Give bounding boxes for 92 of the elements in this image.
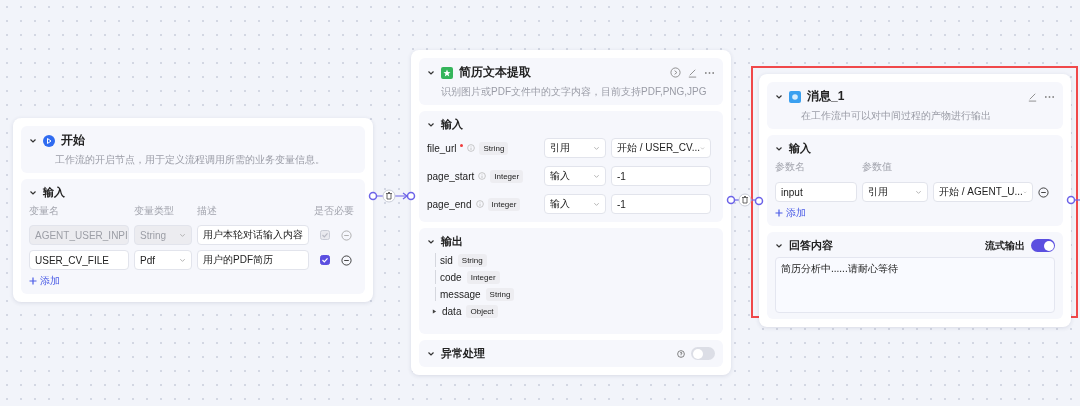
checkbox[interactable] — [320, 255, 330, 265]
column-header: 变量类型 — [134, 204, 175, 218]
plus-icon — [29, 277, 37, 285]
chevron-icon[interactable] — [29, 136, 37, 145]
type-tag: String — [457, 253, 487, 267]
port-handle[interactable] — [406, 191, 416, 201]
node-title: 开始 — [61, 132, 85, 149]
delete-icon[interactable] — [382, 189, 396, 203]
help-icon — [677, 349, 685, 358]
caret-icon — [179, 256, 186, 264]
expand-icon[interactable] — [432, 308, 437, 314]
chevron-icon[interactable] — [775, 144, 783, 153]
remove-icon[interactable] — [1038, 186, 1049, 198]
answer-text-area[interactable]: 简历分析中......请耐心等待 — [775, 257, 1055, 313]
edit-icon[interactable] — [687, 67, 698, 78]
description-field[interactable]: 用户的PDF简历 — [197, 250, 309, 270]
parameter-name: file_url — [427, 142, 457, 154]
toggle-switch[interactable] — [691, 347, 715, 360]
caret-icon — [593, 144, 600, 152]
column-header: 描述 — [197, 204, 218, 218]
type-tag: Integer — [466, 270, 500, 284]
caret-icon — [593, 200, 600, 208]
remove-icon[interactable] — [341, 254, 352, 266]
add-button[interactable]: 添加 — [29, 274, 60, 288]
section-title: 输入 — [441, 117, 463, 132]
output-field-name: message — [440, 288, 481, 300]
type-tag: Integer — [487, 197, 521, 211]
parameter-name: page_end — [427, 198, 472, 210]
caret-icon — [915, 188, 922, 196]
node-description: 识别图片或PDF文件中的文字内容，目前支持PDF,PNG,JPG — [440, 85, 708, 99]
more-icon[interactable] — [1044, 94, 1055, 99]
value-select[interactable]: 开始 / USER_CV... — [611, 138, 711, 158]
name-field[interactable]: USER_CV_FILE — [29, 250, 129, 270]
port-handle[interactable] — [726, 195, 736, 205]
output-field-name: data — [442, 305, 462, 317]
add-button[interactable]: 添加 — [775, 206, 806, 220]
value-field[interactable]: -1 — [611, 194, 711, 214]
parameter-name: page_start — [427, 170, 475, 182]
type-select[interactable]: Pdf — [134, 250, 192, 270]
star-icon — [441, 66, 453, 79]
mode-select[interactable]: 引用 — [544, 138, 606, 158]
stream-output-label: 流式输出 — [985, 238, 1025, 253]
chevron-icon[interactable] — [427, 237, 435, 246]
column-header: 变量名 — [29, 204, 60, 218]
caret-icon — [593, 172, 600, 180]
output-field-name: code — [440, 271, 462, 283]
play-icon — [43, 134, 55, 147]
edit-icon[interactable] — [1027, 91, 1038, 102]
info-icon — [478, 172, 487, 180]
section-title: 输出 — [441, 234, 463, 249]
mode-select[interactable]: 输入 — [544, 166, 606, 186]
node-card[interactable]: 简历文本提取 识别图片或PDF文件中的文字内容，目前支持PDF,PNG,JPG 输入 file_url String 引用 开始 / USER_CV... page_start Integer 输入 -1 page_end Integer 输入 -1 输出 sid String code Integer message String data Object 异常处理 — [411, 50, 731, 375]
column-header: 参数名 — [775, 160, 806, 174]
node-title: 消息_1 — [807, 88, 845, 105]
section-title: 异常处理 — [441, 346, 485, 361]
info-icon — [467, 144, 476, 152]
mode-select[interactable]: 输入 — [544, 194, 606, 214]
chevron-icon[interactable] — [427, 349, 435, 358]
value-field[interactable]: -1 — [611, 166, 711, 186]
chevron-icon[interactable] — [427, 68, 435, 77]
chevron-icon[interactable] — [427, 120, 435, 129]
section-title: 输入 — [789, 141, 811, 156]
message-icon — [789, 90, 801, 103]
delete-icon[interactable] — [738, 193, 752, 207]
type-tag: String — [479, 141, 509, 155]
node-card[interactable]: 消息_1 在工作流中可以对中间过程的产物进行输出 输入 参数名 参数值 input 引用 开始 / AGENT_U... 添加 回答内容 流式输出 简历分析中......请耐心等待 — [759, 74, 1071, 327]
port-handle[interactable] — [754, 196, 764, 206]
column-header: 是否必要 — [314, 204, 353, 218]
section-title: 输入 — [43, 185, 65, 200]
caret-icon — [700, 144, 705, 152]
chevron-icon[interactable] — [29, 188, 37, 197]
toggle-switch[interactable] — [1031, 239, 1055, 252]
node-description: 工作流的开启节点，用于定义流程调用所需的业务变量信息。 — [54, 153, 326, 167]
type-tag: String — [485, 287, 515, 301]
more-icon[interactable] — [704, 70, 715, 75]
info-icon — [475, 200, 484, 208]
chevron-icon[interactable] — [775, 241, 783, 250]
mode-select[interactable]: 引用 — [862, 182, 928, 202]
caret-icon — [179, 231, 186, 239]
node-description: 在工作流中可以对中间过程的产物进行输出 — [800, 109, 992, 123]
port-handle[interactable] — [1066, 195, 1076, 205]
node-title: 简历文本提取 — [459, 64, 531, 81]
plus-icon — [775, 209, 783, 217]
value-select[interactable]: 开始 / AGENT_U... — [933, 182, 1033, 202]
output-field-name: sid — [440, 254, 453, 266]
type-tag: Object — [466, 304, 498, 318]
section-title: 回答内容 — [789, 238, 833, 253]
name-field[interactable]: input — [775, 182, 857, 202]
type-tag: Integer — [490, 169, 524, 183]
column-header: 参数值 — [862, 160, 893, 174]
chevron-icon[interactable] — [775, 92, 783, 101]
port-handle[interactable] — [368, 191, 378, 201]
